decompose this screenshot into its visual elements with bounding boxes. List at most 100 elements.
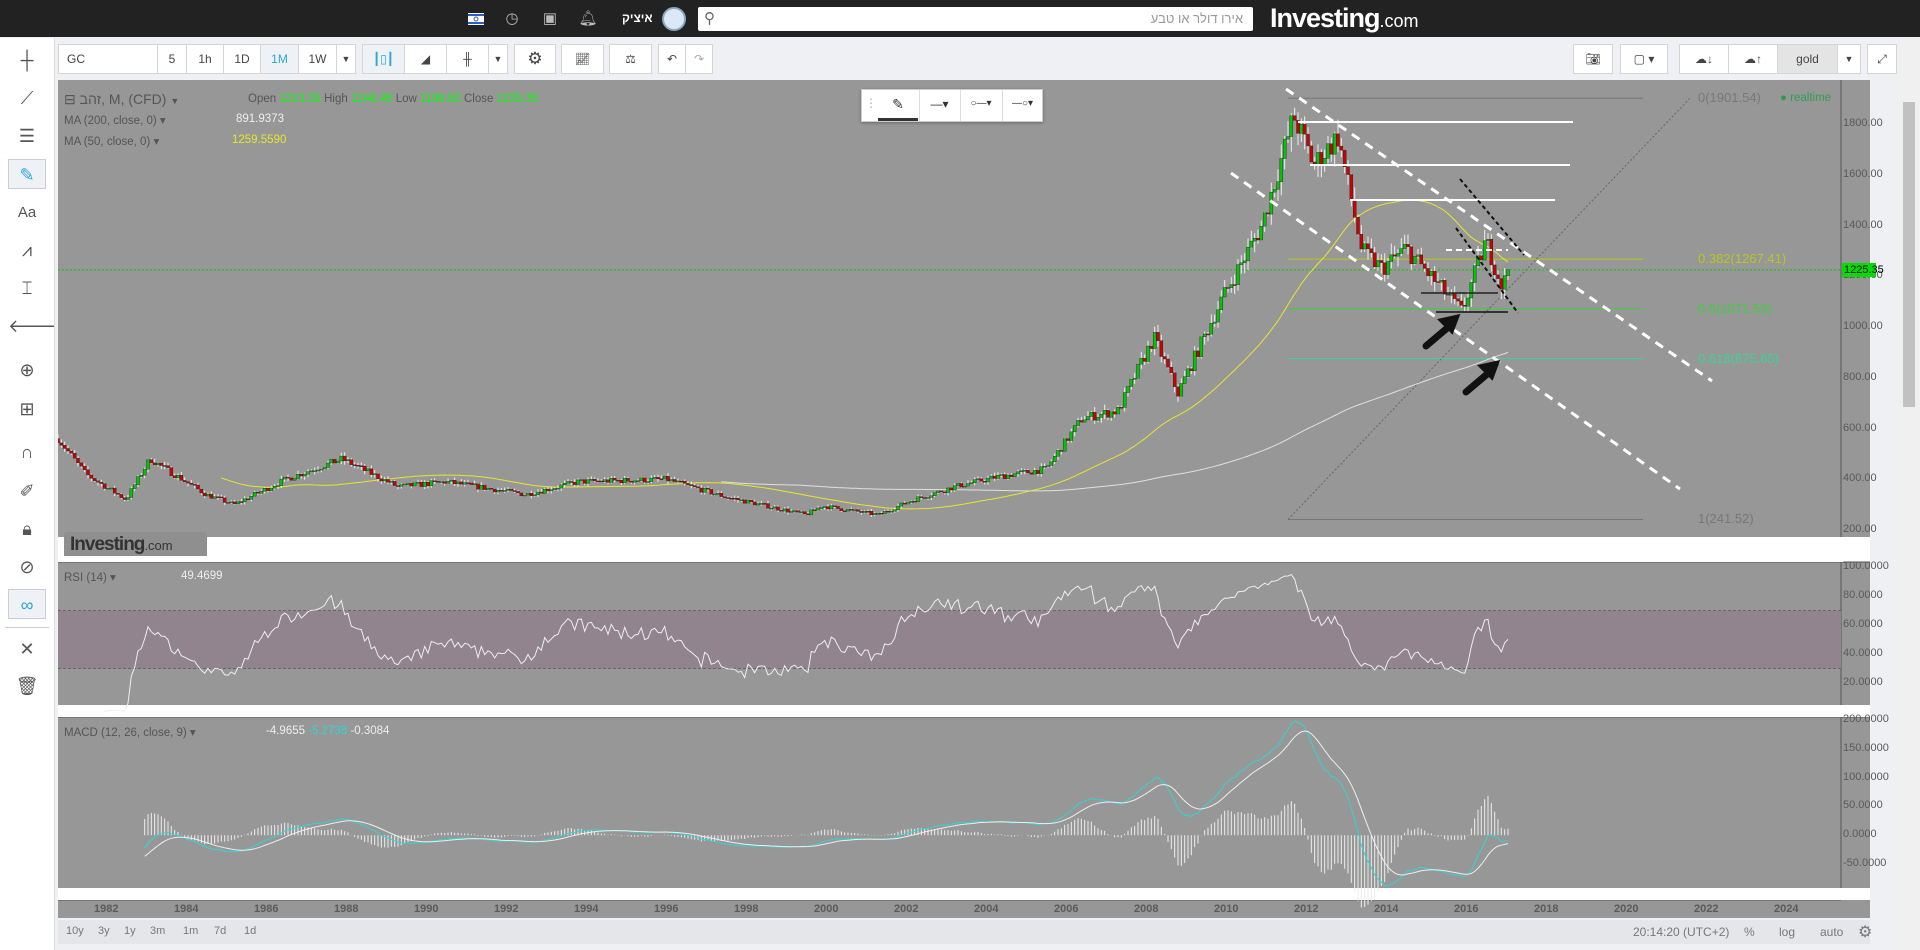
range-3y[interactable]: 3y (98, 925, 110, 937)
redo-icon[interactable]: ↷ (685, 44, 713, 74)
magnet-icon[interactable]: ∩ (8, 437, 46, 467)
candle (1372, 252, 1377, 268)
chart-container[interactable]: ⊟ זהב, M, (CFD) ▼ Open 1213.25 High 1246… (58, 80, 1889, 918)
interval-1m[interactable]: 1M (260, 44, 299, 74)
line-start-icon[interactable]: ○—▾ (960, 90, 1001, 121)
candle (1366, 243, 1370, 249)
camera-icon[interactable]: 📷︎ (1573, 44, 1613, 74)
candle (1352, 199, 1357, 218)
compare-scale-icon[interactable]: ⚖ (609, 44, 652, 74)
candle (679, 480, 684, 483)
collapse-icon[interactable]: ⊟ (64, 91, 76, 107)
range-1d[interactable]: 1d (244, 925, 256, 937)
ma200-legend[interactable]: MA (200, close, 0) ▾ (64, 113, 166, 127)
ma50-label: MA (50, close, 0) (64, 136, 151, 148)
scrollbar-thumb[interactable] (1903, 102, 1915, 407)
interval-dropdown[interactable]: ▼ (336, 44, 356, 74)
candle (252, 492, 257, 497)
log-toggle[interactable]: log (1779, 925, 1795, 939)
candle (209, 493, 214, 499)
lock-icon[interactable]: 🔒︎ (8, 514, 46, 544)
range-3m[interactable]: 3m (150, 925, 165, 937)
candle (1109, 411, 1114, 418)
trash-icon[interactable]: 🗑︎ (8, 671, 46, 701)
settings-gear-icon[interactable]: ⚙ (1858, 922, 1872, 942)
trend-line-icon[interactable]: ⟋ (8, 83, 46, 113)
macd-legend[interactable]: MACD (12, 26, close, 9) ▾ (64, 725, 196, 739)
candle (932, 492, 937, 496)
text-icon[interactable]: Aa (8, 198, 46, 228)
ma50-legend[interactable]: MA (50, close, 0) ▾ (64, 134, 159, 148)
fib-icon[interactable]: ⌶ (8, 273, 46, 303)
candle (992, 475, 997, 479)
candle (1376, 260, 1380, 268)
pattern-icon[interactable]: ⩘ (8, 235, 46, 265)
line-end-icon[interactable]: —○▾ (1002, 90, 1042, 121)
range-1m[interactable]: 1m (183, 925, 198, 937)
cloud-download-icon[interactable]: ☁↓ (1679, 44, 1729, 74)
settings-gear-icon[interactable]: ⚙ (514, 44, 556, 74)
measure-icon[interactable]: ⊞ (8, 394, 46, 424)
range-7d[interactable]: 7d (214, 925, 226, 937)
undo-icon[interactable]: ↶ (658, 44, 686, 74)
crosshair-icon[interactable]: ┼ (8, 45, 46, 75)
color-picker-button[interactable]: ▢ ▾ (1620, 44, 1668, 74)
indicators-icon[interactable]: 📈︎ (561, 44, 604, 74)
range-1y[interactable]: 1y (124, 925, 136, 937)
chart-type-dropdown[interactable]: ▼ (488, 44, 508, 74)
fullscreen-icon[interactable]: ⤢ (1867, 44, 1897, 74)
candle (1406, 244, 1410, 247)
israel-flag-icon[interactable] (466, 9, 486, 29)
tools-icon[interactable]: ✕ (8, 634, 46, 664)
hide-icon[interactable]: ⊘ (8, 552, 46, 582)
auto-toggle[interactable]: auto (1820, 925, 1843, 939)
username[interactable]: איציק (622, 11, 653, 25)
year-tick: 2024 (1774, 903, 1799, 915)
interval-1h[interactable]: 1h (186, 44, 224, 74)
candle (222, 497, 227, 503)
candles-icon[interactable]: ┃▯┃ (362, 44, 405, 74)
interval-1d[interactable]: 1D (223, 44, 261, 74)
open-label: Open (248, 93, 277, 105)
portfolio-icon[interactable]: ▣ (540, 9, 560, 29)
candle (386, 479, 390, 483)
candle (669, 479, 674, 482)
drag-handle-icon[interactable]: ⋮ (865, 96, 877, 110)
candle (459, 481, 464, 485)
page-scrollbar[interactable] (1898, 38, 1920, 950)
link-icon[interactable]: ∞ (8, 589, 46, 619)
candle (1222, 287, 1227, 298)
separator (58, 888, 1870, 900)
search-input[interactable]: ⚲ אירו דולר או טבע (698, 7, 1253, 31)
horizontal-lines-icon[interactable]: ☰ (8, 121, 46, 151)
candle (1432, 271, 1437, 282)
candle (309, 470, 314, 472)
investing-logo[interactable]: Investing.com (1270, 3, 1419, 34)
interval-5[interactable]: 5 (157, 44, 187, 74)
bell-icon[interactable]: 🔔︎ (578, 9, 598, 29)
arrow-left-icon[interactable]: 🡐 (8, 311, 56, 341)
bars-icon[interactable]: ╫ (446, 44, 489, 74)
chart-canvas[interactable] (58, 80, 1870, 918)
brush-icon[interactable]: ✎ (8, 159, 46, 189)
price-tick: 600.00 (1843, 421, 1877, 434)
candle (836, 506, 840, 509)
area-chart-icon[interactable]: ◢ (404, 44, 447, 74)
rsi-legend[interactable]: RSI (14) ▾ (64, 570, 116, 584)
zoom-icon[interactable]: ⊕ (8, 355, 46, 385)
pencil-icon[interactable]: ✎ (878, 90, 918, 121)
line-width-icon[interactable]: —▾ (919, 90, 959, 121)
clock-icon[interactable]: ◷ (502, 9, 522, 29)
candle (722, 496, 727, 498)
symbol-input[interactable]: GC (58, 44, 158, 74)
percent-toggle[interactable]: % (1744, 925, 1755, 939)
range-10y[interactable]: 10y (66, 925, 84, 937)
lock-drawing-icon[interactable]: ✐ (8, 476, 46, 506)
logo-text: Investing (1270, 3, 1381, 33)
avatar-icon[interactable] (662, 7, 686, 31)
layout-dropdown[interactable]: ▼ (1837, 44, 1861, 74)
interval-1w[interactable]: 1W (298, 44, 337, 74)
cloud-upload-icon[interactable]: ☁↑ (1728, 44, 1778, 74)
layout-name[interactable]: gold (1777, 44, 1838, 74)
candle (246, 498, 250, 500)
